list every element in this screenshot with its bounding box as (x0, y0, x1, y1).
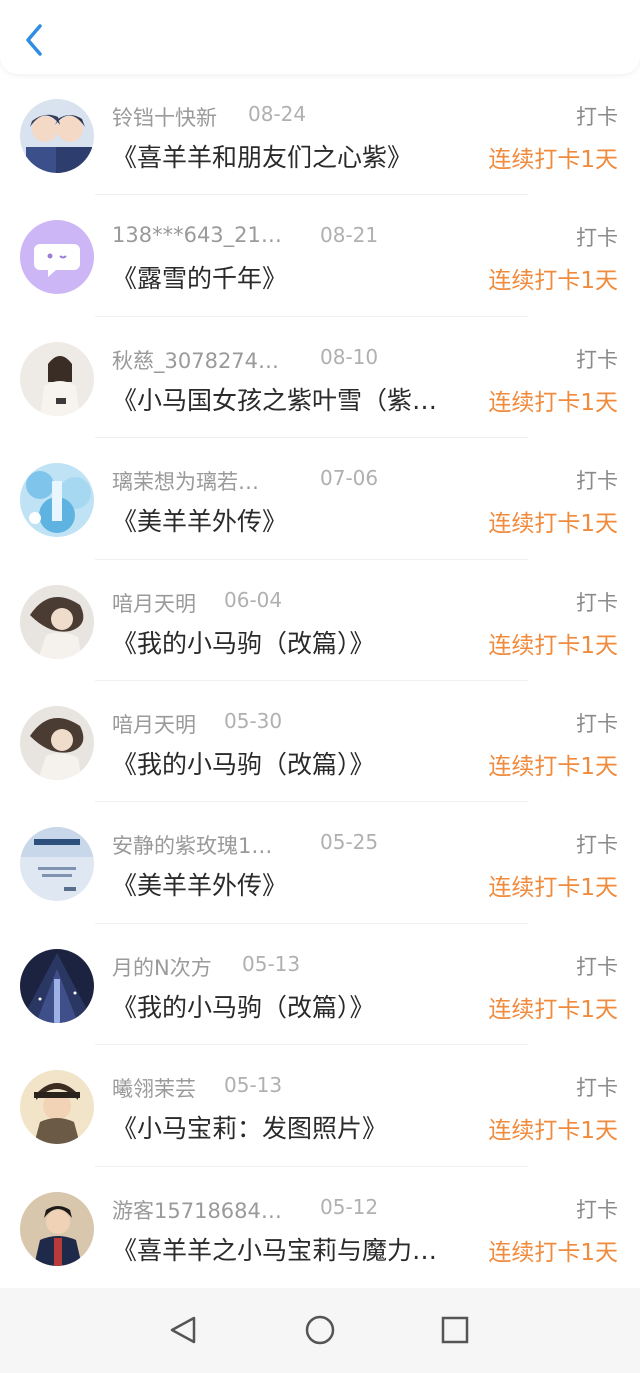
book-title[interactable]: 《小马宝莉：发图照片》 (112, 1109, 472, 1145)
checkin-label: 打卡 (576, 833, 618, 858)
book-title[interactable]: 《我的小马驹（改篇）》 (112, 745, 472, 781)
list-item[interactable]: 138***643_215… 08-21 打卡 《露雪的千年》 连续打卡1天 (0, 195, 640, 317)
book-title[interactable]: 《美羊羊外传》 (112, 502, 472, 538)
list-item[interactable]: 曦翎茉芸 05-13 打卡 《小马宝莉：发图照片》 连续打卡1天 (0, 1045, 640, 1167)
book-title[interactable]: 《小马国女孩之紫叶雪（紫… (112, 381, 472, 417)
username[interactable]: 月的N次方 (112, 952, 212, 982)
username[interactable]: 曦翎茉芸 (112, 1073, 196, 1103)
username[interactable]: 秋慈_3078274… (112, 345, 292, 375)
date: 05-13 (242, 951, 301, 976)
checkin-label: 打卡 (576, 590, 618, 615)
username[interactable]: 喑月天明 (112, 709, 196, 739)
date: 08-10 (320, 344, 379, 369)
list-item[interactable]: 铃铛十快新 08-24 打卡 《喜羊羊和朋友们之心紫》 连续打卡1天 (0, 74, 640, 196)
triangle-back-icon (170, 1316, 196, 1344)
book-title[interactable]: 《喜羊羊和朋友们之心紫》 (112, 138, 472, 174)
avatar[interactable] (20, 705, 94, 780)
date: 08-24 (248, 102, 307, 126)
back-button[interactable] (18, 22, 50, 58)
date: 05-13 (224, 1073, 283, 1098)
username[interactable]: 安静的紫玫瑰1… (112, 830, 292, 860)
date: 08-21 (320, 223, 379, 248)
username[interactable]: 138***643_215… (112, 223, 292, 247)
date: 05-25 (320, 830, 379, 855)
checkin-label: 打卡 (576, 105, 618, 129)
streak-badge: 连续打卡1天 (488, 511, 618, 538)
book-title[interactable]: 《喜羊羊之小马宝莉与魔力… (112, 1231, 472, 1267)
username[interactable]: 喑月天明 (112, 588, 196, 618)
list-item[interactable]: 月的N次方 05-13 打卡 《我的小马驹（改篇）》 连续打卡1天 (0, 924, 640, 1046)
avatar[interactable] (20, 827, 94, 902)
checkin-list: 铃铛十快新 08-24 打卡 《喜羊羊和朋友们之心紫》 连续打卡1天 138**… (0, 74, 640, 1288)
streak-badge: 连续打卡1天 (488, 753, 618, 780)
book-title[interactable]: 《我的小马驹（改篇）》 (112, 624, 472, 660)
avatar[interactable] (20, 220, 94, 295)
checkin-label: 打卡 (576, 1197, 618, 1222)
streak-badge: 连续打卡1天 (488, 147, 618, 173)
avatar[interactable] (20, 948, 94, 1023)
list-item[interactable]: 游客15718684… 05-12 打卡 《喜羊羊之小马宝莉与魔力… 连续打卡1… (0, 1167, 640, 1288)
streak-badge: 连续打卡1天 (488, 389, 618, 416)
checkin-label: 打卡 (576, 469, 618, 494)
nav-recents-button[interactable] (433, 1308, 477, 1352)
checkin-label: 打卡 (576, 1076, 618, 1101)
username[interactable]: 璃茉想为璃若… (112, 466, 292, 496)
list-item[interactable]: 秋慈_3078274… 08-10 打卡 《小马国女孩之紫叶雪（紫… 连续打卡1… (0, 317, 640, 439)
date: 05-30 (224, 708, 283, 733)
avatar[interactable] (20, 584, 94, 659)
checkin-label: 打卡 (576, 954, 618, 979)
streak-badge: 连续打卡1天 (488, 1118, 618, 1145)
list-item[interactable]: 喑月天明 06-04 打卡 《我的小马驹（改篇）》 连续打卡1天 (0, 560, 640, 681)
list-item[interactable]: 安静的紫玫瑰1… 05-25 打卡 《美羊羊外传》 连续打卡1天 (0, 802, 640, 924)
book-title[interactable]: 《我的小马驹（改篇）》 (112, 988, 472, 1024)
nav-back-button[interactable] (162, 1308, 206, 1352)
chevron-left-icon (26, 24, 42, 56)
streak-badge: 连续打卡1天 (488, 996, 618, 1023)
list-item[interactable]: 璃茉想为璃若… 07-06 打卡 《美羊羊外传》 连续打卡1天 (0, 438, 640, 560)
streak-badge: 连续打卡1天 (488, 268, 618, 295)
streak-badge: 连续打卡1天 (488, 1239, 618, 1266)
avatar[interactable] (20, 463, 94, 538)
checkin-label: 打卡 (576, 711, 618, 736)
date: 07-06 (320, 466, 379, 491)
system-navigation-bar (0, 1288, 640, 1373)
date: 05-12 (320, 1194, 379, 1219)
username[interactable]: 铃铛十快新 (112, 102, 217, 132)
book-title[interactable]: 《美羊羊外传》 (112, 866, 472, 902)
top-bar (0, 0, 640, 74)
avatar[interactable] (20, 341, 94, 416)
streak-badge: 连续打卡1天 (488, 875, 618, 902)
book-title[interactable]: 《露雪的千年》 (112, 259, 472, 295)
avatar[interactable] (20, 1070, 94, 1145)
list-item[interactable]: 喑月天明 05-30 打卡 《我的小马驹（改篇）》 连续打卡1天 (0, 681, 640, 803)
date: 06-04 (224, 587, 283, 612)
square-recents-icon (441, 1316, 469, 1344)
avatar[interactable] (20, 1191, 94, 1266)
username[interactable]: 游客15718684… (112, 1195, 292, 1225)
avatar[interactable] (20, 99, 94, 173)
streak-badge: 连续打卡1天 (488, 632, 618, 659)
checkin-label: 打卡 (576, 226, 618, 251)
nav-home-button[interactable] (298, 1308, 342, 1352)
checkin-label: 打卡 (576, 347, 618, 372)
circle-home-icon (305, 1315, 335, 1345)
